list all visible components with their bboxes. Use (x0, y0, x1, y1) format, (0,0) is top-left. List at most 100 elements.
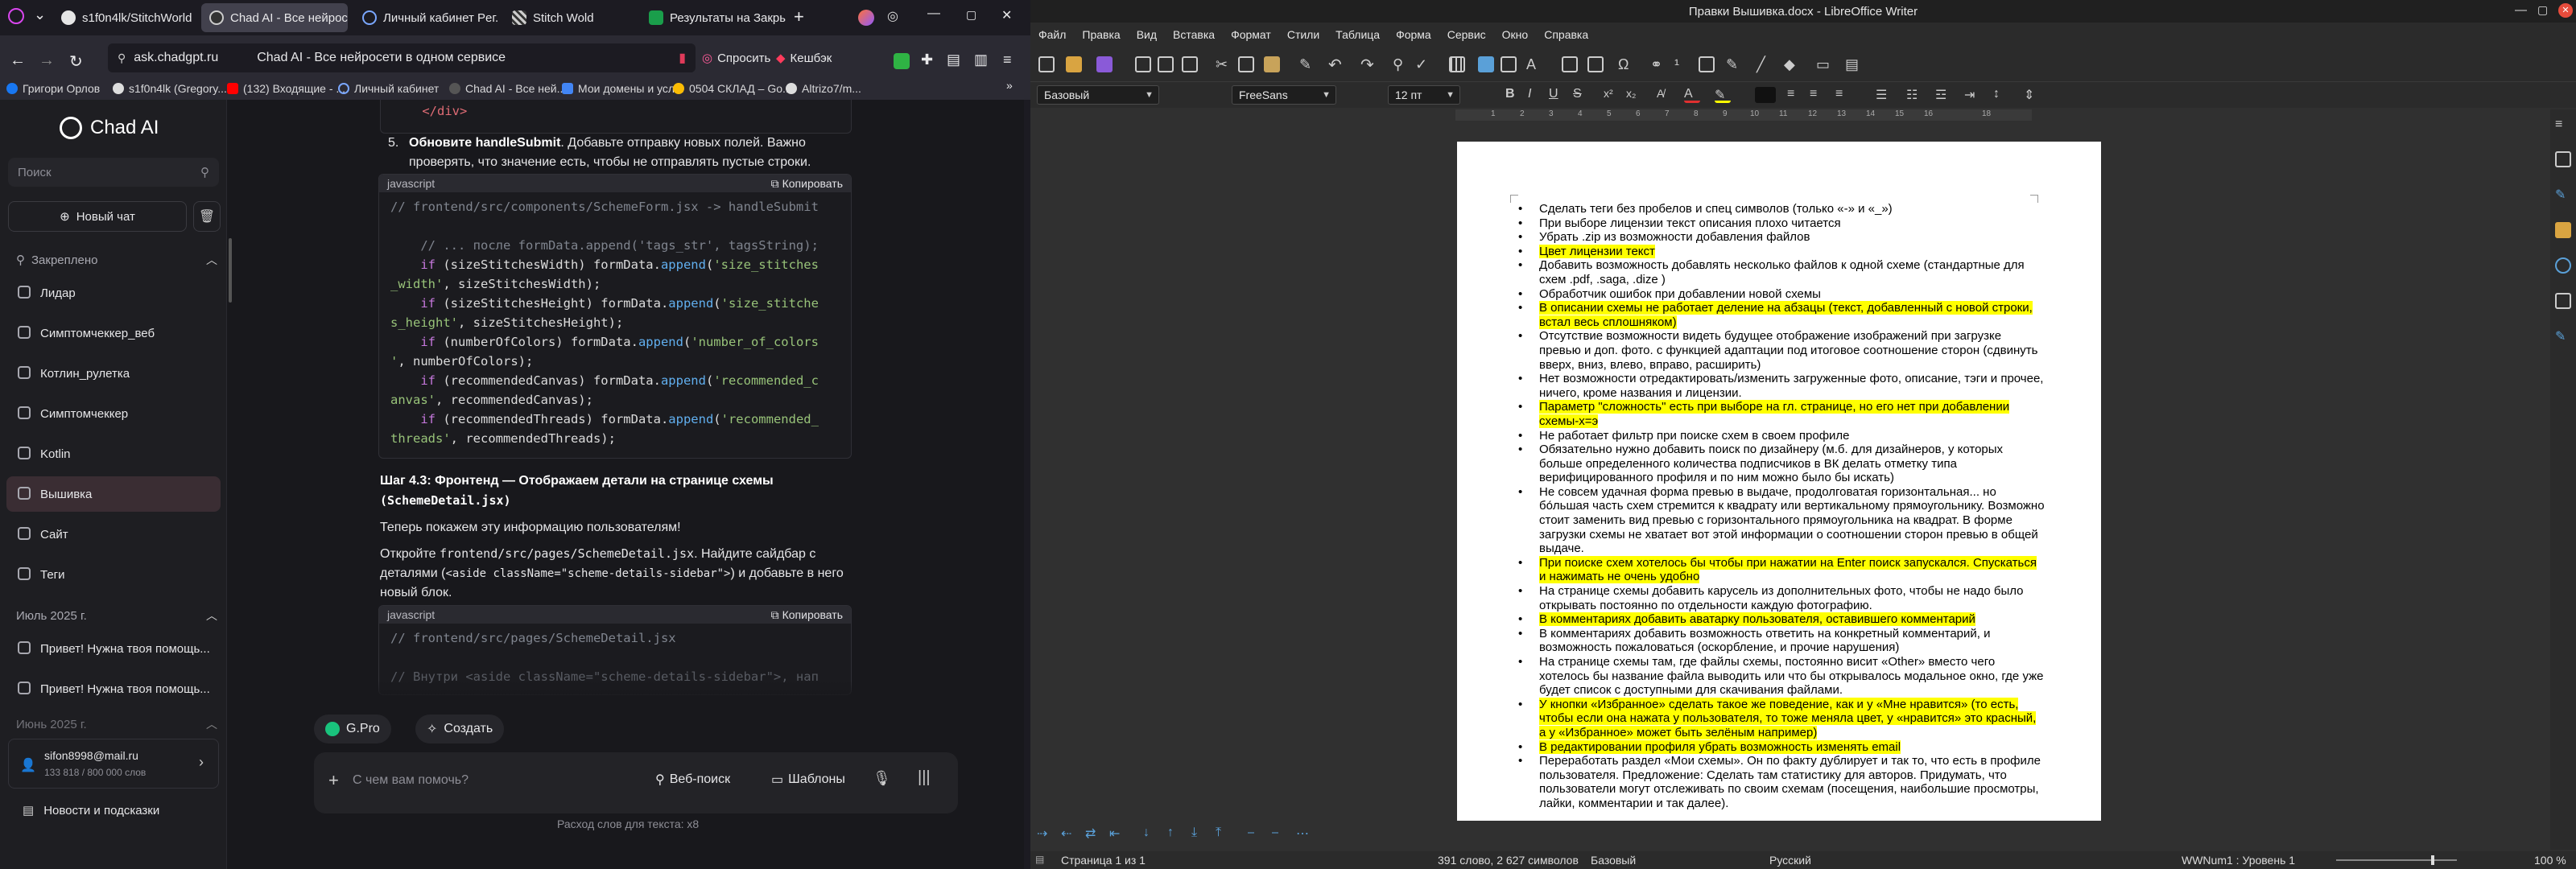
menu-format[interactable]: Формат (1231, 28, 1271, 41)
wrap-icon[interactable]: ⇄ (1085, 826, 1096, 842)
bookmark-item[interactable]: Altrizo7/m... (786, 79, 861, 98)
numbered-list-icon[interactable]: ☷ (1906, 87, 1922, 103)
user-card[interactable]: 👤 sifon8998@mail.ru 133 818 / 800 000 сл… (8, 739, 219, 789)
status-zoom[interactable]: 100 % (2534, 854, 2566, 867)
close-window-icon[interactable]: ✕ (2558, 3, 2573, 18)
pinned-section-header[interactable]: ⚲ Закреплено ︿ (16, 248, 217, 272)
model-selector-button[interactable]: G.Pro (314, 715, 391, 743)
sidebar-search-input[interactable]: Поиск ⚲ (8, 158, 219, 187)
form-control-icon[interactable]: ▭ (1816, 56, 1832, 72)
sidebar-item-symptom[interactable]: Симптомчеккер (6, 396, 221, 431)
firefox-view-icon[interactable] (8, 8, 24, 24)
move-down-icon[interactable]: ↓ (1143, 826, 1150, 840)
maximize-icon[interactable]: ▢ (966, 8, 976, 22)
attach-plus-icon[interactable]: + (328, 770, 339, 791)
special-char-icon[interactable]: Ω (1618, 56, 1634, 72)
document-list-item[interactable]: В комментариях добавить возможность отве… (1518, 627, 2045, 655)
web-search-button[interactable]: ⚲ Веб-поиск (655, 772, 730, 788)
spelling-icon[interactable]: ✓ (1415, 56, 1431, 72)
page-break-icon[interactable] (1562, 56, 1578, 72)
app-menu-icon[interactable]: ≡ (1003, 51, 1012, 68)
sidebar-item-site[interactable]: Сайт (6, 517, 221, 552)
menu-insert[interactable]: Вставка (1173, 28, 1215, 41)
document-page[interactable]: Сделать теги без пробелов и спец символо… (1457, 142, 2101, 821)
document-list-item[interactable]: На странице схемы добавить карусель из д… (1518, 584, 2045, 612)
minimize-icon[interactable]: — (927, 6, 940, 21)
scrollbar[interactable] (1024, 100, 1030, 869)
menu-window[interactable]: Окно (1502, 28, 1529, 41)
bookmark-item[interactable]: Chad AI - Все ней... (449, 79, 566, 98)
menu-styles[interactable]: Стили (1287, 28, 1319, 41)
distribute-icon[interactable]: ⎯ (1272, 826, 1278, 840)
sidebar-item-history[interactable]: Привет! Нужна твоя помощь... (6, 671, 221, 706)
align-left-icon[interactable]: ≡ (1787, 87, 1803, 103)
menu-tools[interactable]: Сервис (1447, 28, 1486, 41)
sidebar-item-lidar[interactable]: Лидар (6, 275, 221, 311)
sidebar-item-history[interactable]: Привет! Нужна твоя помощь... (6, 631, 221, 666)
sidebar-menu-icon[interactable]: ≡ (2555, 117, 2571, 134)
document-list-item[interactable]: Обработчик ошибок при добавлении новой с… (1518, 287, 2045, 302)
shapes-icon[interactable]: ◆ (1784, 56, 1800, 72)
track-changes-icon[interactable]: ✎ (1726, 56, 1742, 72)
paragraph-spacing-icon[interactable]: ↕ (1993, 87, 2009, 103)
back-icon[interactable]: ← (10, 51, 26, 70)
manage-changes-icon[interactable]: ✎ (2555, 328, 2571, 344)
tab-stitch-wold[interactable]: Stitch Wold (504, 3, 633, 32)
news-link[interactable]: ▤ Новости и подсказки (23, 803, 159, 818)
bookmark-item[interactable]: (132) Входящие - ... (227, 79, 345, 98)
copy-icon[interactable] (1238, 56, 1254, 72)
june-section-header[interactable]: Июнь 2025 г. ︿ (16, 716, 217, 732)
strikethrough-icon[interactable]: S (1573, 87, 1589, 103)
minimize-icon[interactable]: — (2515, 3, 2527, 17)
document-list-item[interactable]: Параметр "сложность" есть при выборе на … (1518, 400, 2045, 428)
align-right-icon[interactable]: ≡ (1835, 87, 1852, 103)
reload-icon[interactable]: ↻ (69, 51, 83, 72)
line-spacing-icon[interactable]: ⇕ (2024, 87, 2040, 103)
hyperlink-icon[interactable]: ⚭ (1650, 56, 1666, 72)
copy-button[interactable]: ⧉ Копировать (771, 177, 843, 191)
document-list-item[interactable]: Не работает фильтр при поиске схем в сво… (1518, 429, 2045, 443)
wrap-left-icon[interactable]: ⇤ (1109, 826, 1120, 842)
menu-table[interactable]: Таблица (1335, 28, 1380, 41)
underline-icon[interactable]: U (1549, 87, 1565, 103)
subscript-icon[interactable]: x₂ (1626, 87, 1642, 103)
textbox-icon[interactable]: A (1526, 56, 1542, 72)
new-chat-button[interactable]: ⊕ Новый чат (8, 201, 187, 232)
print-preview-icon[interactable] (1182, 56, 1198, 72)
more-bookmarks-icon[interactable]: » (1006, 79, 1013, 92)
tab-reg-ru[interactable]: Личный кабинет Peг.ru (354, 3, 497, 32)
new-document-icon[interactable] (1038, 56, 1055, 72)
sidebar-scrollbar-thumb[interactable] (229, 238, 232, 303)
new-tab-button[interactable]: + (794, 6, 804, 27)
july-section-header[interactable]: Июль 2025 г. ︿ (16, 603, 217, 628)
move-up-icon[interactable]: ↑ (1167, 826, 1174, 840)
bookmark-star-icon[interactable]: ▮ (679, 50, 686, 66)
extension-puzzle-icon[interactable]: ✚ (921, 51, 933, 68)
document-list-item[interactable]: В комментариях добавить аватарку пользов… (1518, 612, 2045, 627)
create-button[interactable]: ✧ Создать (415, 715, 505, 743)
voice-wave-icon[interactable]: ||| (918, 768, 931, 787)
extension-shield-icon[interactable] (894, 53, 910, 69)
templates-button[interactable]: ▭ Шаблоны (771, 772, 845, 788)
group-icon[interactable]: ⋯ (1296, 826, 1309, 842)
bullet-list-icon[interactable]: ☰ (1876, 87, 1892, 103)
bookmark-item[interactable]: Мои домены и усл... (562, 79, 684, 98)
align-center-icon[interactable]: ≡ (1810, 87, 1826, 103)
undo-icon[interactable]: ↶ (1328, 55, 1344, 74)
open-icon[interactable] (1066, 56, 1082, 72)
document-list-item[interactable]: Не совсем удачная форма превью в выдаче,… (1518, 485, 2045, 556)
sidebar-item-tags[interactable]: Теги (6, 557, 221, 592)
highlight-icon[interactable]: ✎ (1715, 87, 1731, 103)
document-list-item[interactable]: При выборе лицензии текст описания плохо… (1518, 216, 2045, 231)
outline-icon[interactable]: ☲ (1935, 87, 1951, 103)
status-page-style[interactable]: Базовый (1591, 854, 1636, 867)
extension-icon-2[interactable]: ▤ (947, 51, 960, 68)
image-icon[interactable] (1478, 56, 1494, 72)
export-pdf-icon[interactable] (1135, 56, 1151, 72)
document-list-item[interactable]: Отсутствие возможности видеть будущее от… (1518, 329, 2045, 372)
table-icon[interactable] (1449, 56, 1465, 72)
font-color-icon[interactable]: A (1684, 87, 1700, 103)
paste-icon[interactable] (1264, 56, 1280, 72)
list-all-tabs-icon[interactable]: ⌄ (34, 6, 46, 23)
font-size-select[interactable]: 12 пт ▼ (1388, 85, 1460, 105)
